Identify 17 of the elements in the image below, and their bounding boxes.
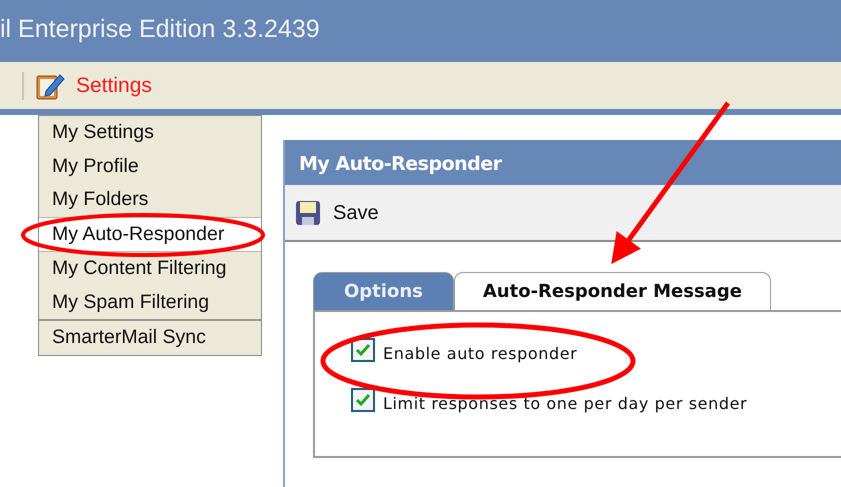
check-icon bbox=[355, 343, 371, 357]
menu-item[interactable]: My Content Filtering bbox=[39, 252, 261, 286]
save-icon bbox=[295, 200, 321, 226]
menu-item[interactable]: My Profile bbox=[39, 150, 261, 183]
checkbox-label: Enable auto responder bbox=[383, 343, 578, 365]
tab[interactable]: Auto-Responder Message bbox=[454, 272, 771, 310]
checkbox-label: Limit responses to one per day per sender bbox=[383, 393, 748, 415]
save-button[interactable]: Save bbox=[295, 198, 379, 228]
check-icon bbox=[355, 393, 371, 407]
checkbox[interactable] bbox=[351, 388, 375, 412]
menu-item[interactable]: My Spam Filtering bbox=[39, 286, 261, 319]
menu-item[interactable]: SmarterMail Sync bbox=[39, 319, 261, 354]
menu-item[interactable]: My Settings bbox=[39, 116, 261, 150]
panel-title: My Auto-Responder bbox=[299, 153, 502, 175]
checkbox[interactable] bbox=[351, 338, 375, 362]
menu-item[interactable]: My Folders bbox=[39, 183, 261, 216]
window-title: il Enterprise Edition 3.3.2439 bbox=[0, 15, 320, 43]
